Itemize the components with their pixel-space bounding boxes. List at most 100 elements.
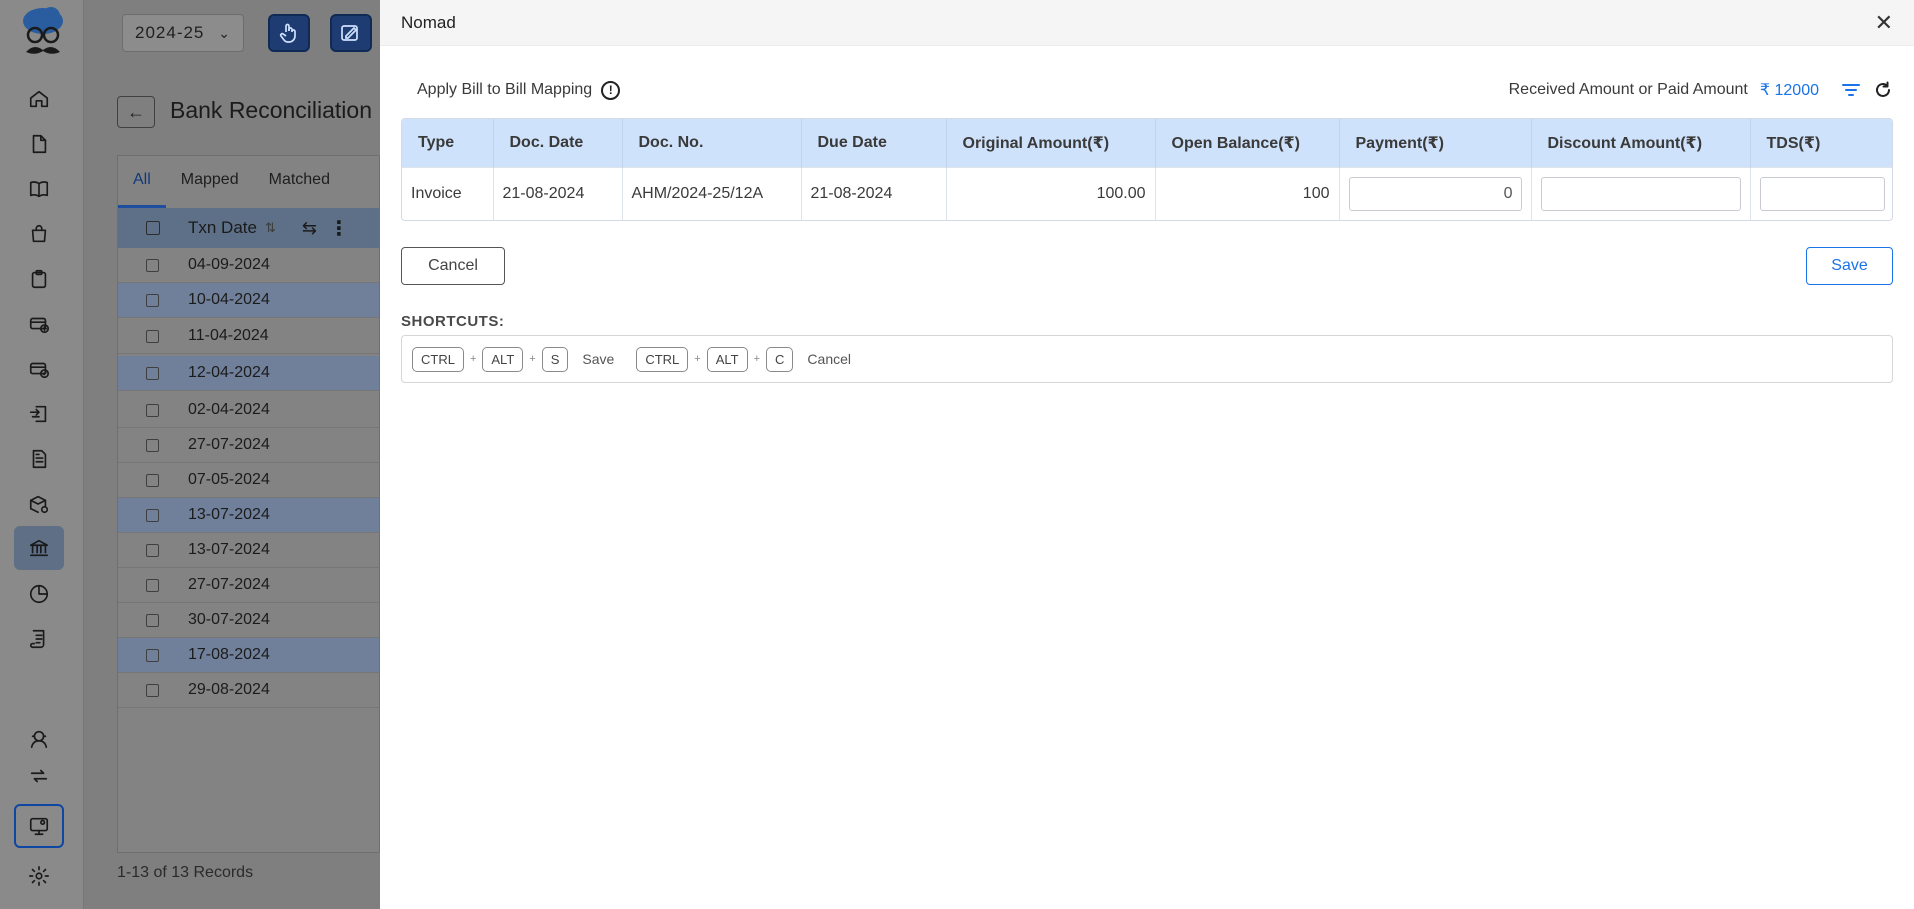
back-button[interactable]: ← <box>117 96 155 128</box>
sort-icon[interactable]: ⇅ <box>265 220 276 236</box>
tab-all[interactable]: All <box>118 156 166 208</box>
sidebar <box>0 0 84 909</box>
col-tds: TDS(₹) <box>1750 119 1892 167</box>
txn-date: 11-04-2024 <box>188 327 269 344</box>
row-checkbox[interactable] <box>146 683 159 697</box>
txn-date: 27-07-2024 <box>188 576 270 593</box>
row-checkbox[interactable] <box>146 403 159 417</box>
row-checkbox[interactable] <box>146 648 159 662</box>
table-row[interactable]: 12-04-2024 <box>118 356 379 391</box>
shortcut-cancel-label: Cancel <box>807 351 852 367</box>
key-ctrl: CTRL <box>412 346 464 372</box>
settings-icon[interactable] <box>26 863 52 889</box>
info-icon[interactable]: ! <box>601 80 621 100</box>
row-checkbox[interactable] <box>146 258 159 272</box>
row-checkbox[interactable] <box>146 473 159 487</box>
plus-separator: + <box>753 353 761 365</box>
card-add-icon[interactable] <box>26 311 52 337</box>
payment-input[interactable] <box>1348 177 1522 212</box>
sync-icon[interactable] <box>26 763 52 789</box>
plus-separator: + <box>694 353 701 365</box>
shortcuts-title: SHORTCUTS: <box>401 313 505 330</box>
receipt-exchange-icon[interactable] <box>26 401 52 427</box>
shopping-bag-icon[interactable] <box>26 221 52 247</box>
table-row[interactable]: 30-07-2024 <box>118 603 379 638</box>
document-icon[interactable] <box>26 131 52 157</box>
drawer-title: Nomad <box>401 12 456 32</box>
mapping-bar: Apply Bill to Bill Mapping ! Received Am… <box>409 78 1893 102</box>
row-checkbox[interactable] <box>146 543 159 557</box>
col-open-balance: Open Balance(₹) <box>1155 119 1340 167</box>
table-row[interactable]: 11-04-2024 <box>118 319 379 354</box>
key-ctrl: CTRL <box>636 346 689 372</box>
bank-icon[interactable] <box>14 526 64 570</box>
cell-doc-date: 21-08-2024 <box>493 166 623 220</box>
touch-mode-button[interactable] <box>268 14 310 52</box>
key-s: S <box>541 346 569 372</box>
box-gear-icon[interactable] <box>26 491 52 517</box>
support-agent-icon[interactable] <box>26 726 52 752</box>
row-checkbox[interactable] <box>146 578 159 592</box>
txn-date-header[interactable]: Txn Date <box>188 218 257 238</box>
cell-open-balance: 100 <box>1155 166 1340 220</box>
key-alt: ALT <box>706 346 748 372</box>
transactions-grid: All Mapped Matched Txn Date ⇅ ⇆ ⋮ 04-09-… <box>117 155 380 853</box>
table-row[interactable]: 13-07-2024 <box>118 533 379 568</box>
edit-note-icon <box>341 25 358 41</box>
txn-date: 30-07-2024 <box>188 611 270 628</box>
grid-tabs: All Mapped Matched <box>118 156 379 208</box>
cancel-button[interactable]: Cancel <box>401 247 505 285</box>
row-checkbox[interactable] <box>146 366 159 380</box>
page-title: Bank Reconciliation <box>170 97 373 123</box>
filter-icon[interactable] <box>1841 81 1861 99</box>
cell-due-date: 21-08-2024 <box>801 166 947 220</box>
table-row[interactable]: 27-07-2024 <box>118 428 379 463</box>
bill-mapping-drawer: Nomad ✕ Apply Bill to Bill Mapping ! Rec… <box>380 0 1914 909</box>
clipboard-icon[interactable] <box>26 266 52 292</box>
col-original-amount: Original Amount(₹) <box>946 119 1156 167</box>
table-row[interactable]: 17-08-2024 <box>118 638 379 673</box>
refresh-icon[interactable] <box>1873 80 1893 100</box>
card-check-icon[interactable] <box>26 356 52 382</box>
logo-icon <box>23 7 63 54</box>
amount-value: ₹ 12000 <box>1759 82 1819 99</box>
col-doc-no: Doc. No. <box>622 119 802 167</box>
table-row[interactable]: 29-08-2024 <box>118 673 379 708</box>
close-icon[interactable]: ✕ <box>1875 11 1893 34</box>
row-checkbox[interactable] <box>146 508 159 522</box>
pie-chart-icon[interactable] <box>26 581 52 607</box>
table-row[interactable]: 04-09-2024 <box>118 248 379 283</box>
txn-date: 02-04-2024 <box>188 401 270 418</box>
book-icon[interactable] <box>26 176 52 202</box>
cell-discount <box>1531 166 1751 220</box>
fiscal-year-select[interactable]: 2024-25 ⌄ <box>122 14 244 52</box>
discount-input[interactable] <box>1540 177 1741 212</box>
table-row[interactable]: 07-05-2024 <box>118 463 379 498</box>
table-row[interactable]: 27-07-2024 <box>118 568 379 603</box>
tds-input[interactable] <box>1759 177 1885 212</box>
edit-note-button[interactable] <box>330 14 372 52</box>
swap-columns-icon[interactable]: ⇆ <box>302 218 317 239</box>
row-checkbox[interactable] <box>146 613 159 627</box>
ledger-icon[interactable] <box>26 626 52 652</box>
home-icon[interactable] <box>26 86 52 112</box>
tab-mapped[interactable]: Mapped <box>166 156 254 208</box>
txn-date: 13-07-2024 <box>188 506 270 523</box>
col-type: Type <box>402 119 494 167</box>
shortcuts-box: CTRL + ALT + S Save CTRL + ALT + C Cance… <box>401 335 1893 383</box>
plus-separator: + <box>529 353 536 365</box>
key-alt: ALT <box>482 346 524 372</box>
file-text-icon[interactable] <box>26 446 52 472</box>
col-doc-date: Doc. Date <box>493 119 623 167</box>
tab-matched[interactable]: Matched <box>254 156 345 208</box>
row-checkbox[interactable] <box>146 329 159 343</box>
save-button[interactable]: Save <box>1806 247 1893 285</box>
monitor-icon[interactable] <box>14 804 64 848</box>
table-row[interactable]: 13-07-2024 <box>118 498 379 533</box>
table-row[interactable]: 10-04-2024 <box>118 283 379 318</box>
table-row[interactable]: 02-04-2024 <box>118 393 379 428</box>
more-options-icon[interactable]: ⋮ <box>329 216 349 241</box>
row-checkbox[interactable] <box>146 438 159 452</box>
row-checkbox[interactable] <box>146 293 159 307</box>
select-all-checkbox[interactable] <box>146 221 160 235</box>
